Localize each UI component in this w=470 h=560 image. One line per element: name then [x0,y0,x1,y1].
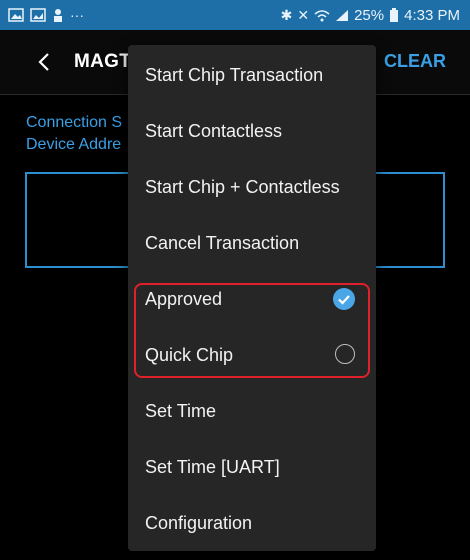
person-icon [54,9,62,22]
menu-item-set-time-uart[interactable]: Set Time [UART] [128,439,376,495]
overflow-menu: Start Chip Transaction Start Contactless… [128,45,376,551]
connection-status-label: Connection S [26,114,123,131]
menu-item-label: Start Chip + Contactless [145,176,340,197]
menu-item-cancel-transaction[interactable]: Cancel Transaction [128,215,376,271]
status-left-icons: ··· [8,0,84,30]
more-dots-icon: ··· [70,7,84,23]
back-arrow-icon[interactable] [32,46,56,78]
bluetooth-icon: ✱ [280,7,293,23]
menu-item-start-chip-transaction[interactable]: Start Chip Transaction [128,47,376,103]
battery-icon [390,8,399,22]
mute-icon: ✕ [297,7,310,23]
status-bar: ··· ✱ ✕ 25% 4:33 PM [0,0,470,30]
battery-level: 25% [354,6,385,24]
menu-item-label: Start Contactless [145,120,283,141]
menu-item-label: Set Time [145,400,217,421]
clear-button[interactable]: CLEAR [384,51,446,72]
menu-item-label: Configuration [145,512,253,533]
wifi-icon [314,9,330,21]
menu-item-label: Cancel Transaction [145,232,300,253]
menu-item-configuration[interactable]: Configuration [128,495,376,551]
menu-item-label: Set Time [UART] [145,456,280,477]
image-icon [8,8,24,22]
unchecked-icon[interactable] [335,344,355,364]
status-time: 4:33 PM [404,6,460,24]
menu-item-approved[interactable]: Approved [128,271,376,327]
status-right-icons: ✱ ✕ 25% 4:33 PM [281,0,460,30]
checked-icon[interactable] [333,288,355,310]
menu-item-set-time[interactable]: Set Time [128,383,376,439]
gallery-icon [30,8,46,22]
device-address-label: Device Addre [26,136,122,153]
menu-item-start-chip-contactless[interactable]: Start Chip + Contactless [128,159,376,215]
menu-item-label: Start Chip Transaction [145,64,324,85]
menu-item-quick-chip[interactable]: Quick Chip [128,327,376,383]
menu-item-start-contactless[interactable]: Start Contactless [128,103,376,159]
signal-icon [336,9,349,21]
